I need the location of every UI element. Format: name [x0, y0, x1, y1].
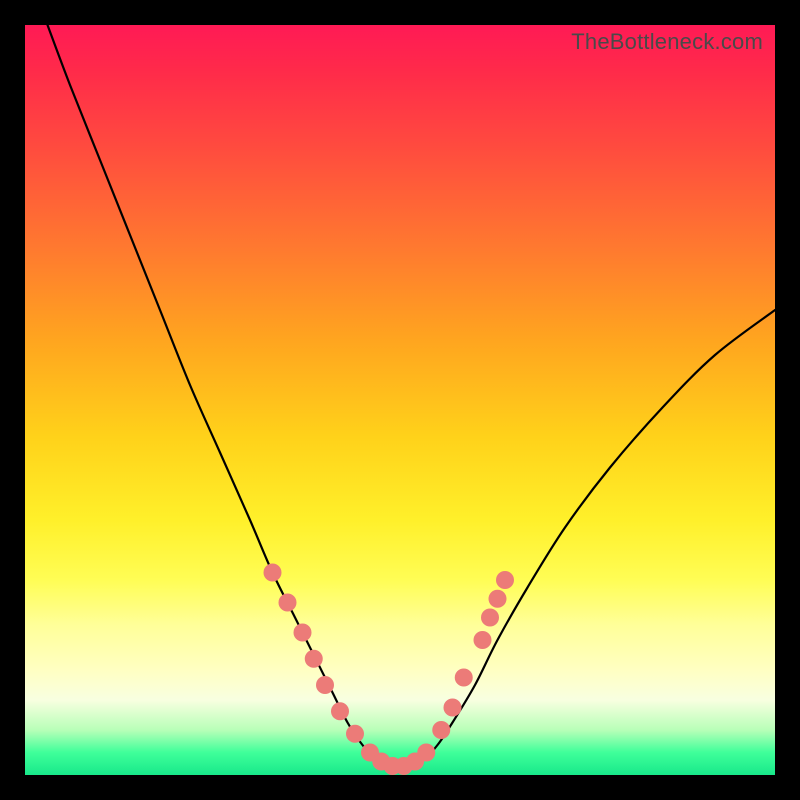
marker-point — [264, 564, 282, 582]
marker-point — [432, 721, 450, 739]
marker-point — [455, 669, 473, 687]
marker-point — [294, 624, 312, 642]
marker-point — [279, 594, 297, 612]
watermark-text: TheBottleneck.com — [571, 29, 763, 55]
marker-point — [346, 725, 364, 743]
chart-frame: TheBottleneck.com — [25, 25, 775, 775]
marker-point — [444, 699, 462, 717]
bottleneck-curve — [48, 25, 776, 768]
marker-point — [316, 676, 334, 694]
marker-point — [496, 571, 514, 589]
marker-point — [331, 702, 349, 720]
highlighted-points — [264, 564, 515, 776]
marker-point — [481, 609, 499, 627]
marker-point — [305, 650, 323, 668]
curve-layer — [25, 25, 775, 775]
marker-point — [417, 744, 435, 762]
marker-point — [489, 590, 507, 608]
marker-point — [474, 631, 492, 649]
